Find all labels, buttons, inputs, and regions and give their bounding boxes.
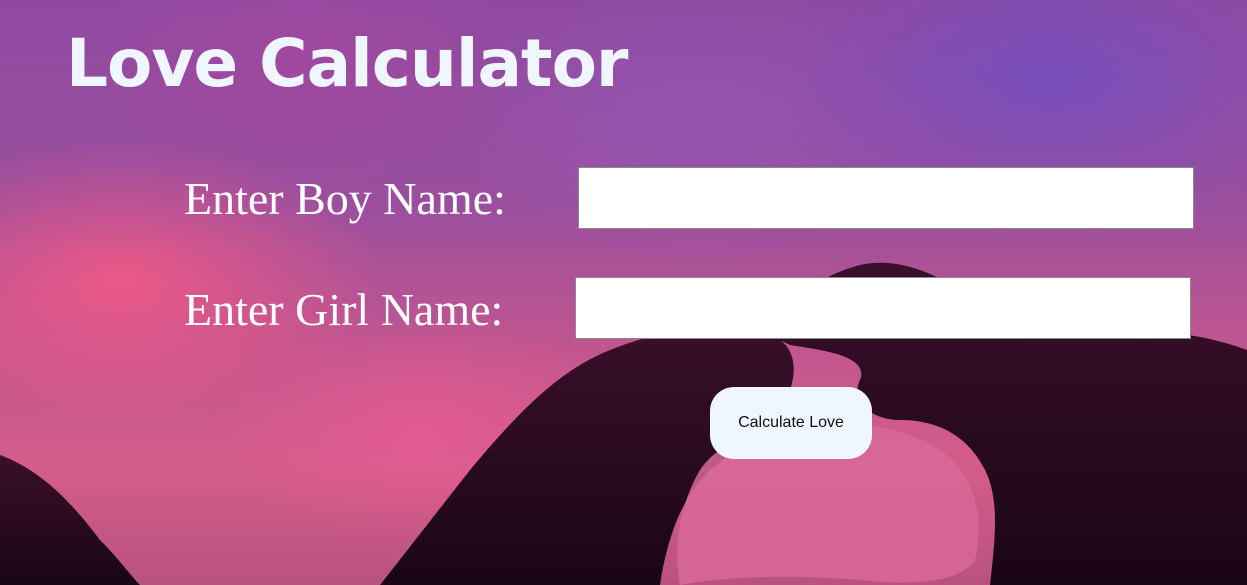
calculate-love-button[interactable]: Calculate Love xyxy=(710,387,872,459)
girl-name-label: Enter Girl Name: xyxy=(184,284,504,335)
page-title: Love Calculator xyxy=(66,25,628,102)
boy-name-label: Enter Boy Name: xyxy=(184,173,506,224)
girl-name-input[interactable] xyxy=(575,277,1191,339)
boy-name-input[interactable] xyxy=(578,167,1194,229)
